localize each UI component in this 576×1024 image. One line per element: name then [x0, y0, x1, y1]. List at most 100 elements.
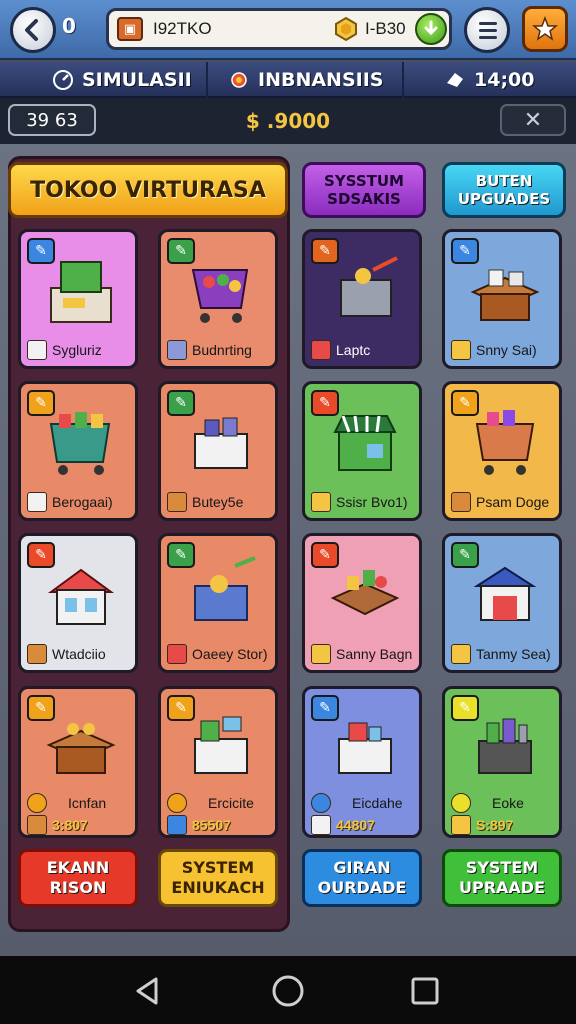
- shop-item-illustration: [47, 568, 115, 625]
- favorites-button[interactable]: [522, 6, 568, 52]
- item-name: Sanny Bagn: [336, 646, 413, 662]
- item-price-row: S:897: [451, 815, 555, 835]
- item-card[interactable]: ✎ Ercicite 85507: [158, 686, 278, 838]
- item-label-row: Eicdahe: [311, 793, 415, 813]
- back-triangle-icon[interactable]: [130, 974, 164, 1008]
- shop-item-illustration: [194, 716, 248, 774]
- close-button[interactable]: ✕: [500, 104, 566, 136]
- item-price: 44807: [336, 817, 375, 833]
- box-icon: [451, 815, 471, 835]
- shop-item-illustration: [340, 256, 398, 317]
- box-icon: [27, 815, 47, 835]
- item-label-row: Sanny Bagn: [311, 644, 415, 664]
- item-card[interactable]: ✎ Oaeey Stor): [158, 533, 278, 673]
- item-name: Icnfan: [68, 795, 107, 811]
- system-nav-bar: [0, 956, 576, 1024]
- add-resource-button[interactable]: [415, 13, 447, 45]
- item-card[interactable]: ✎ Eicdahe 44807: [302, 686, 422, 838]
- shop-item-illustration: [333, 415, 397, 471]
- item-price: 3:807: [52, 817, 88, 833]
- box-icon: [167, 644, 187, 664]
- action-button[interactable]: SYSTEM ENIUKACH: [158, 849, 278, 907]
- stats-bar: 39 63 $ .9000 ✕: [0, 98, 576, 144]
- item-label-row: Eoke: [451, 793, 555, 813]
- home-circle-icon[interactable]: [271, 974, 305, 1008]
- shop-item-illustration: [49, 412, 111, 475]
- tab-finance[interactable]: INBNANSIIS: [228, 62, 383, 98]
- item-card[interactable]: ✎ Icnfan 3:807: [18, 686, 138, 838]
- item-name: Tanmy Sea): [476, 646, 551, 662]
- item-card[interactable]: ✎ Tanmy Sea): [442, 533, 562, 673]
- box-icon: [451, 492, 471, 512]
- menu-button[interactable]: [464, 7, 510, 53]
- action-button[interactable]: SYSTEM UPRAADE: [442, 849, 562, 907]
- item-name: Eoke: [492, 795, 524, 811]
- item-label-row: Sygluriz: [27, 340, 131, 360]
- nav-divider: [206, 62, 208, 98]
- box-icon: [311, 815, 331, 835]
- item-name: Wtadciio: [52, 646, 106, 662]
- item-label-row: Budnrting: [167, 340, 271, 360]
- tool-icon: [167, 793, 187, 813]
- resource-bar: ▣ I92TKO I-B30: [106, 8, 452, 50]
- box-icon: [167, 815, 187, 835]
- action-button[interactable]: EKANN RISON: [18, 849, 138, 907]
- item-card[interactable]: ✎ Psam Doge: [442, 381, 562, 521]
- item-card[interactable]: ✎ Sygluriz: [18, 229, 138, 369]
- shop-item-illustration: [330, 570, 400, 616]
- tool-icon: [27, 793, 47, 813]
- back-button[interactable]: [10, 7, 56, 53]
- box-icon: [451, 644, 471, 664]
- item-label-row: Butey5e: [167, 492, 271, 512]
- item-card[interactable]: ✎ Wtadciio: [18, 533, 138, 673]
- box-icon: [311, 644, 331, 664]
- item-card[interactable]: ✎ Sanny Bagn: [302, 533, 422, 673]
- item-name: Laptc: [336, 342, 371, 358]
- shop-item-illustration: [473, 566, 537, 621]
- shop-item-illustration: [338, 722, 392, 774]
- star-icon: [532, 16, 558, 41]
- item-price: S:897: [476, 817, 514, 833]
- tool-icon: [311, 793, 331, 813]
- crate-icon: ▣: [117, 17, 143, 41]
- box-icon: [27, 492, 47, 512]
- item-card[interactable]: ✎ Ssisr Bvo1): [302, 381, 422, 521]
- system-button[interactable]: SYSSTUM SDSAKIS: [302, 162, 426, 218]
- resource-b-value: I-B30: [365, 19, 406, 38]
- recents-square-icon[interactable]: [408, 974, 442, 1008]
- money-display: $ .9000: [245, 109, 331, 133]
- item-name: Eicdahe: [352, 795, 403, 811]
- action-button[interactable]: GIRAN OURDADE: [302, 849, 422, 907]
- gear-icon: [231, 72, 247, 88]
- item-card[interactable]: ✎ Budnrting: [158, 229, 278, 369]
- item-name: Berogaai): [52, 494, 113, 510]
- tab-simulation[interactable]: SIMULASII: [52, 62, 192, 98]
- shop-item-illustration: [194, 417, 248, 469]
- item-name: Snny Sai): [476, 342, 537, 358]
- upgrade-button[interactable]: BUTEN UPGUADES: [442, 162, 566, 218]
- item-name: Budnrting: [192, 342, 252, 358]
- chevron-left-icon: [25, 19, 38, 41]
- item-name: Ercicite: [208, 795, 254, 811]
- item-card[interactable]: ✎ Eoke S:897: [442, 686, 562, 838]
- item-name: Psam Doge: [476, 494, 550, 510]
- box-icon: [167, 340, 187, 360]
- item-name: Sygluriz: [52, 342, 102, 358]
- shop-item-illustration: [50, 261, 112, 323]
- shop-item-illustration: [470, 269, 540, 321]
- shop-item-illustration: [191, 269, 249, 323]
- shop-item-illustration: [475, 410, 535, 475]
- item-name: Ssisr Bvo1): [336, 494, 408, 510]
- nav-strip: SIMULASII INBNANSIIS 14;00: [0, 62, 576, 98]
- tool-icon: [451, 793, 471, 813]
- box-icon: [451, 340, 471, 360]
- item-card[interactable]: ✎ Laptc: [302, 229, 422, 369]
- coin-icon: [335, 16, 357, 42]
- hamburger-icon: [479, 22, 497, 25]
- item-label-row: Ssisr Bvo1): [311, 492, 415, 512]
- box-icon: [27, 644, 47, 664]
- item-price: 85507: [192, 817, 231, 833]
- item-card[interactable]: ✎ Snny Sai): [442, 229, 562, 369]
- item-card[interactable]: ✎ Butey5e: [158, 381, 278, 521]
- item-card[interactable]: ✎ Berogaai): [18, 381, 138, 521]
